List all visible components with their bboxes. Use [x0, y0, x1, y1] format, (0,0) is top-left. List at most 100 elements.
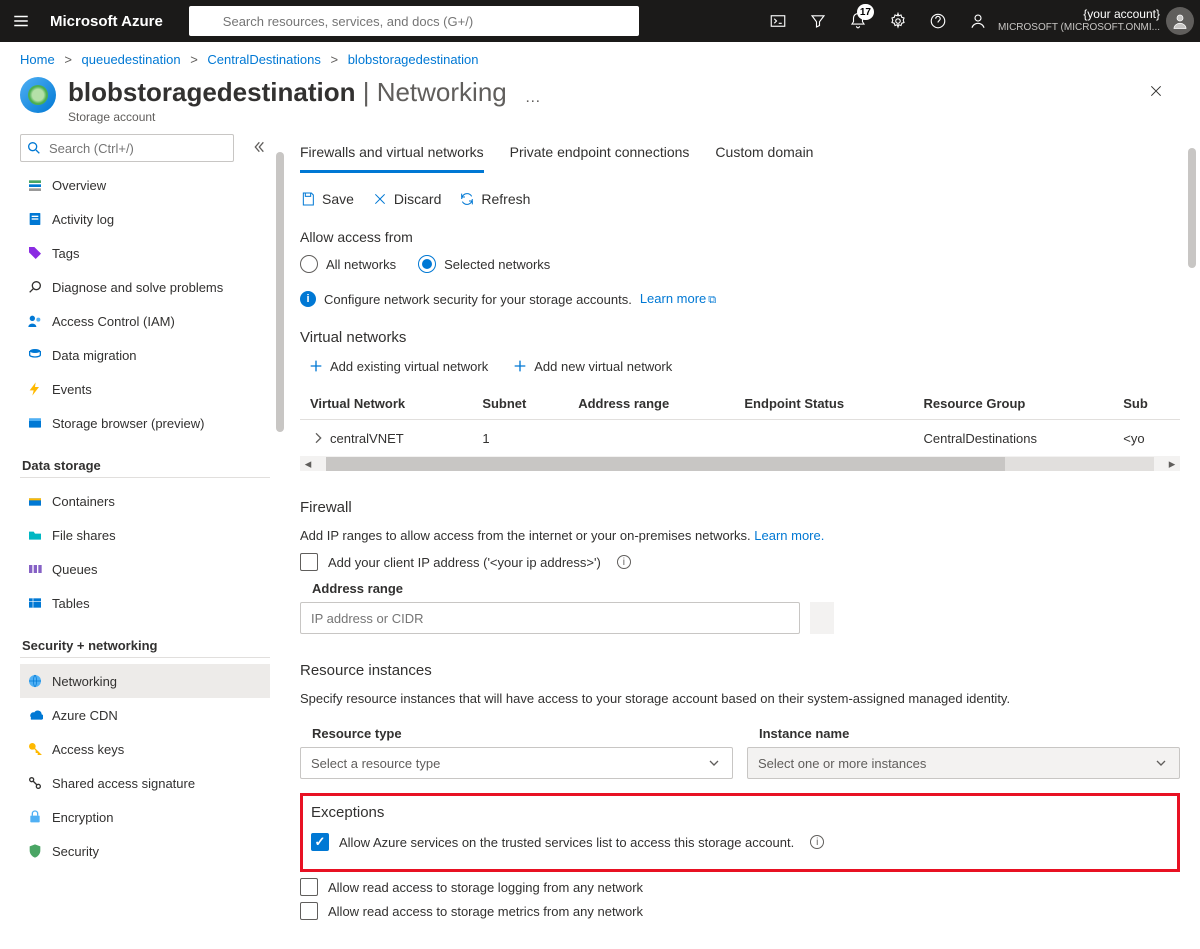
tab-bar: Firewalls and virtual networks Private e…: [300, 140, 1180, 173]
breadcrumb-1[interactable]: queuedestination: [82, 52, 181, 67]
overview-icon: [24, 177, 46, 193]
col-subnet: Subnet: [472, 388, 568, 420]
allow-metrics-read-checkbox[interactable]: [300, 902, 318, 920]
nav-storage-browser[interactable]: Storage browser (preview): [20, 406, 270, 440]
help-button[interactable]: [918, 0, 958, 42]
encryption-icon: [24, 809, 46, 825]
nav-tags[interactable]: Tags: [20, 236, 270, 270]
vnet-heading: Virtual networks: [300, 329, 1180, 346]
sidebar-section-network: Security + networking: [20, 638, 270, 658]
info-icon[interactable]: i: [810, 835, 824, 849]
sidebar-search-input[interactable]: [20, 134, 234, 162]
nav-overview[interactable]: Overview: [20, 168, 270, 202]
tab-custom-domain[interactable]: Custom domain: [715, 140, 813, 173]
brand-label: Microsoft Azure: [50, 13, 163, 30]
page-header: blobstoragedestination | Networking Stor…: [0, 77, 1200, 134]
nav-migration[interactable]: Data migration: [20, 338, 270, 372]
global-search-input[interactable]: [189, 6, 639, 36]
tab-firewalls[interactable]: Firewalls and virtual networks: [300, 140, 484, 173]
col-addr: Address range: [568, 388, 734, 420]
page-title: blobstoragedestination | Networking: [68, 77, 507, 108]
nav-sas[interactable]: Shared access signature: [20, 766, 270, 800]
directory-filter-button[interactable]: [798, 0, 838, 42]
search-icon: [26, 140, 42, 159]
firewall-learn-more-link[interactable]: Learn more.: [754, 528, 824, 543]
global-search[interactable]: [189, 6, 639, 36]
avatar[interactable]: [1166, 7, 1194, 35]
queues-icon: [24, 561, 46, 577]
events-icon: [24, 381, 46, 397]
main-scrollbar[interactable]: [1188, 148, 1196, 268]
tables-icon: [24, 595, 46, 611]
info-banner: i Configure network security for your st…: [300, 291, 1180, 307]
close-blade-button[interactable]: [1148, 83, 1164, 102]
radio-all-networks[interactable]: All networks: [300, 255, 396, 273]
nav-queues[interactable]: Queues: [20, 552, 270, 586]
command-bar: Save Discard Refresh: [300, 191, 1180, 207]
fileshares-icon: [24, 527, 46, 543]
settings-button[interactable]: [878, 0, 918, 42]
vnet-row[interactable]: centralVNET 1 CentralDestinations <yo: [300, 420, 1180, 457]
allow-logging-read-checkbox[interactable]: [300, 878, 318, 896]
col-rg: Resource Group: [914, 388, 1114, 420]
learn-more-link[interactable]: Learn more⧉: [640, 291, 716, 307]
networking-icon: [24, 673, 46, 689]
add-new-vnet-button[interactable]: Add new virtual network: [512, 358, 672, 374]
sas-icon: [24, 775, 46, 791]
main-content: Firewalls and virtual networks Private e…: [270, 134, 1200, 941]
nav-tables[interactable]: Tables: [20, 586, 270, 620]
diagnose-icon: [24, 279, 46, 295]
refresh-button[interactable]: Refresh: [459, 191, 530, 207]
more-actions-button[interactable]: …: [525, 89, 543, 107]
breadcrumb-2[interactable]: CentralDestinations: [207, 52, 320, 67]
vnet-horizontal-scrollbar[interactable]: ◂ ▸: [300, 457, 1180, 471]
breadcrumb-3[interactable]: blobstoragedestination: [348, 52, 479, 67]
firewall-heading: Firewall: [300, 499, 1180, 516]
exceptions-heading: Exceptions: [311, 804, 1169, 821]
scroll-right-button[interactable]: ▸: [1164, 456, 1180, 472]
tab-private-endpoint[interactable]: Private endpoint connections: [510, 140, 690, 173]
save-button[interactable]: Save: [300, 191, 354, 207]
info-icon[interactable]: i: [617, 555, 631, 569]
resource-type-label: Resource type: [300, 726, 733, 741]
account-info[interactable]: {your account} MICROSOFT (MICROSOFT.ONMI…: [998, 7, 1166, 35]
menu-button[interactable]: [6, 12, 36, 30]
chevron-down-icon: [706, 755, 722, 771]
cloud-shell-button[interactable]: [758, 0, 798, 42]
col-sub: Sub: [1113, 388, 1180, 420]
chevron-right-icon: [310, 430, 326, 446]
nav-encryption[interactable]: Encryption: [20, 800, 270, 834]
address-range-input[interactable]: [300, 602, 800, 634]
radio-selected-networks[interactable]: Selected networks: [418, 255, 550, 273]
nav-security[interactable]: Security: [20, 834, 270, 868]
resource-icon: [20, 77, 56, 113]
resource-type-label: Storage account: [68, 110, 507, 124]
nav-diagnose[interactable]: Diagnose and solve problems: [20, 270, 270, 304]
notifications-button[interactable]: 17: [838, 0, 878, 42]
nav-access-keys[interactable]: Access keys: [20, 732, 270, 766]
address-range-label: Address range: [300, 581, 1180, 596]
nav-networking[interactable]: Networking: [20, 664, 270, 698]
nav-iam[interactable]: Access Control (IAM): [20, 304, 270, 338]
nav-fileshares[interactable]: File shares: [20, 518, 270, 552]
nav-events[interactable]: Events: [20, 372, 270, 406]
add-client-ip-checkbox[interactable]: [300, 553, 318, 571]
breadcrumb-home[interactable]: Home: [20, 52, 55, 67]
firewall-desc: Add IP ranges to allow access from the i…: [300, 528, 1180, 543]
notification-badge: 17: [857, 4, 874, 20]
nav-cdn[interactable]: Azure CDN: [20, 698, 270, 732]
tags-icon: [24, 245, 46, 261]
allow-access-label: Allow access from: [300, 229, 1180, 245]
top-bar: Microsoft Azure 17 {your account} MICROS…: [0, 0, 1200, 42]
resource-type-select[interactable]: Select a resource type: [300, 747, 733, 779]
discard-button[interactable]: Discard: [372, 191, 441, 207]
chevron-down-icon: [1153, 755, 1169, 771]
nav-containers[interactable]: Containers: [20, 484, 270, 518]
feedback-button[interactable]: [958, 0, 998, 42]
nav-activity-log[interactable]: Activity log: [20, 202, 270, 236]
collapse-sidebar-button[interactable]: [254, 139, 270, 158]
allow-trusted-services-checkbox[interactable]: [311, 833, 329, 851]
scroll-left-button[interactable]: ◂: [300, 456, 316, 472]
instance-name-select[interactable]: Select one or more instances: [747, 747, 1180, 779]
add-existing-vnet-button[interactable]: Add existing virtual network: [308, 358, 488, 374]
